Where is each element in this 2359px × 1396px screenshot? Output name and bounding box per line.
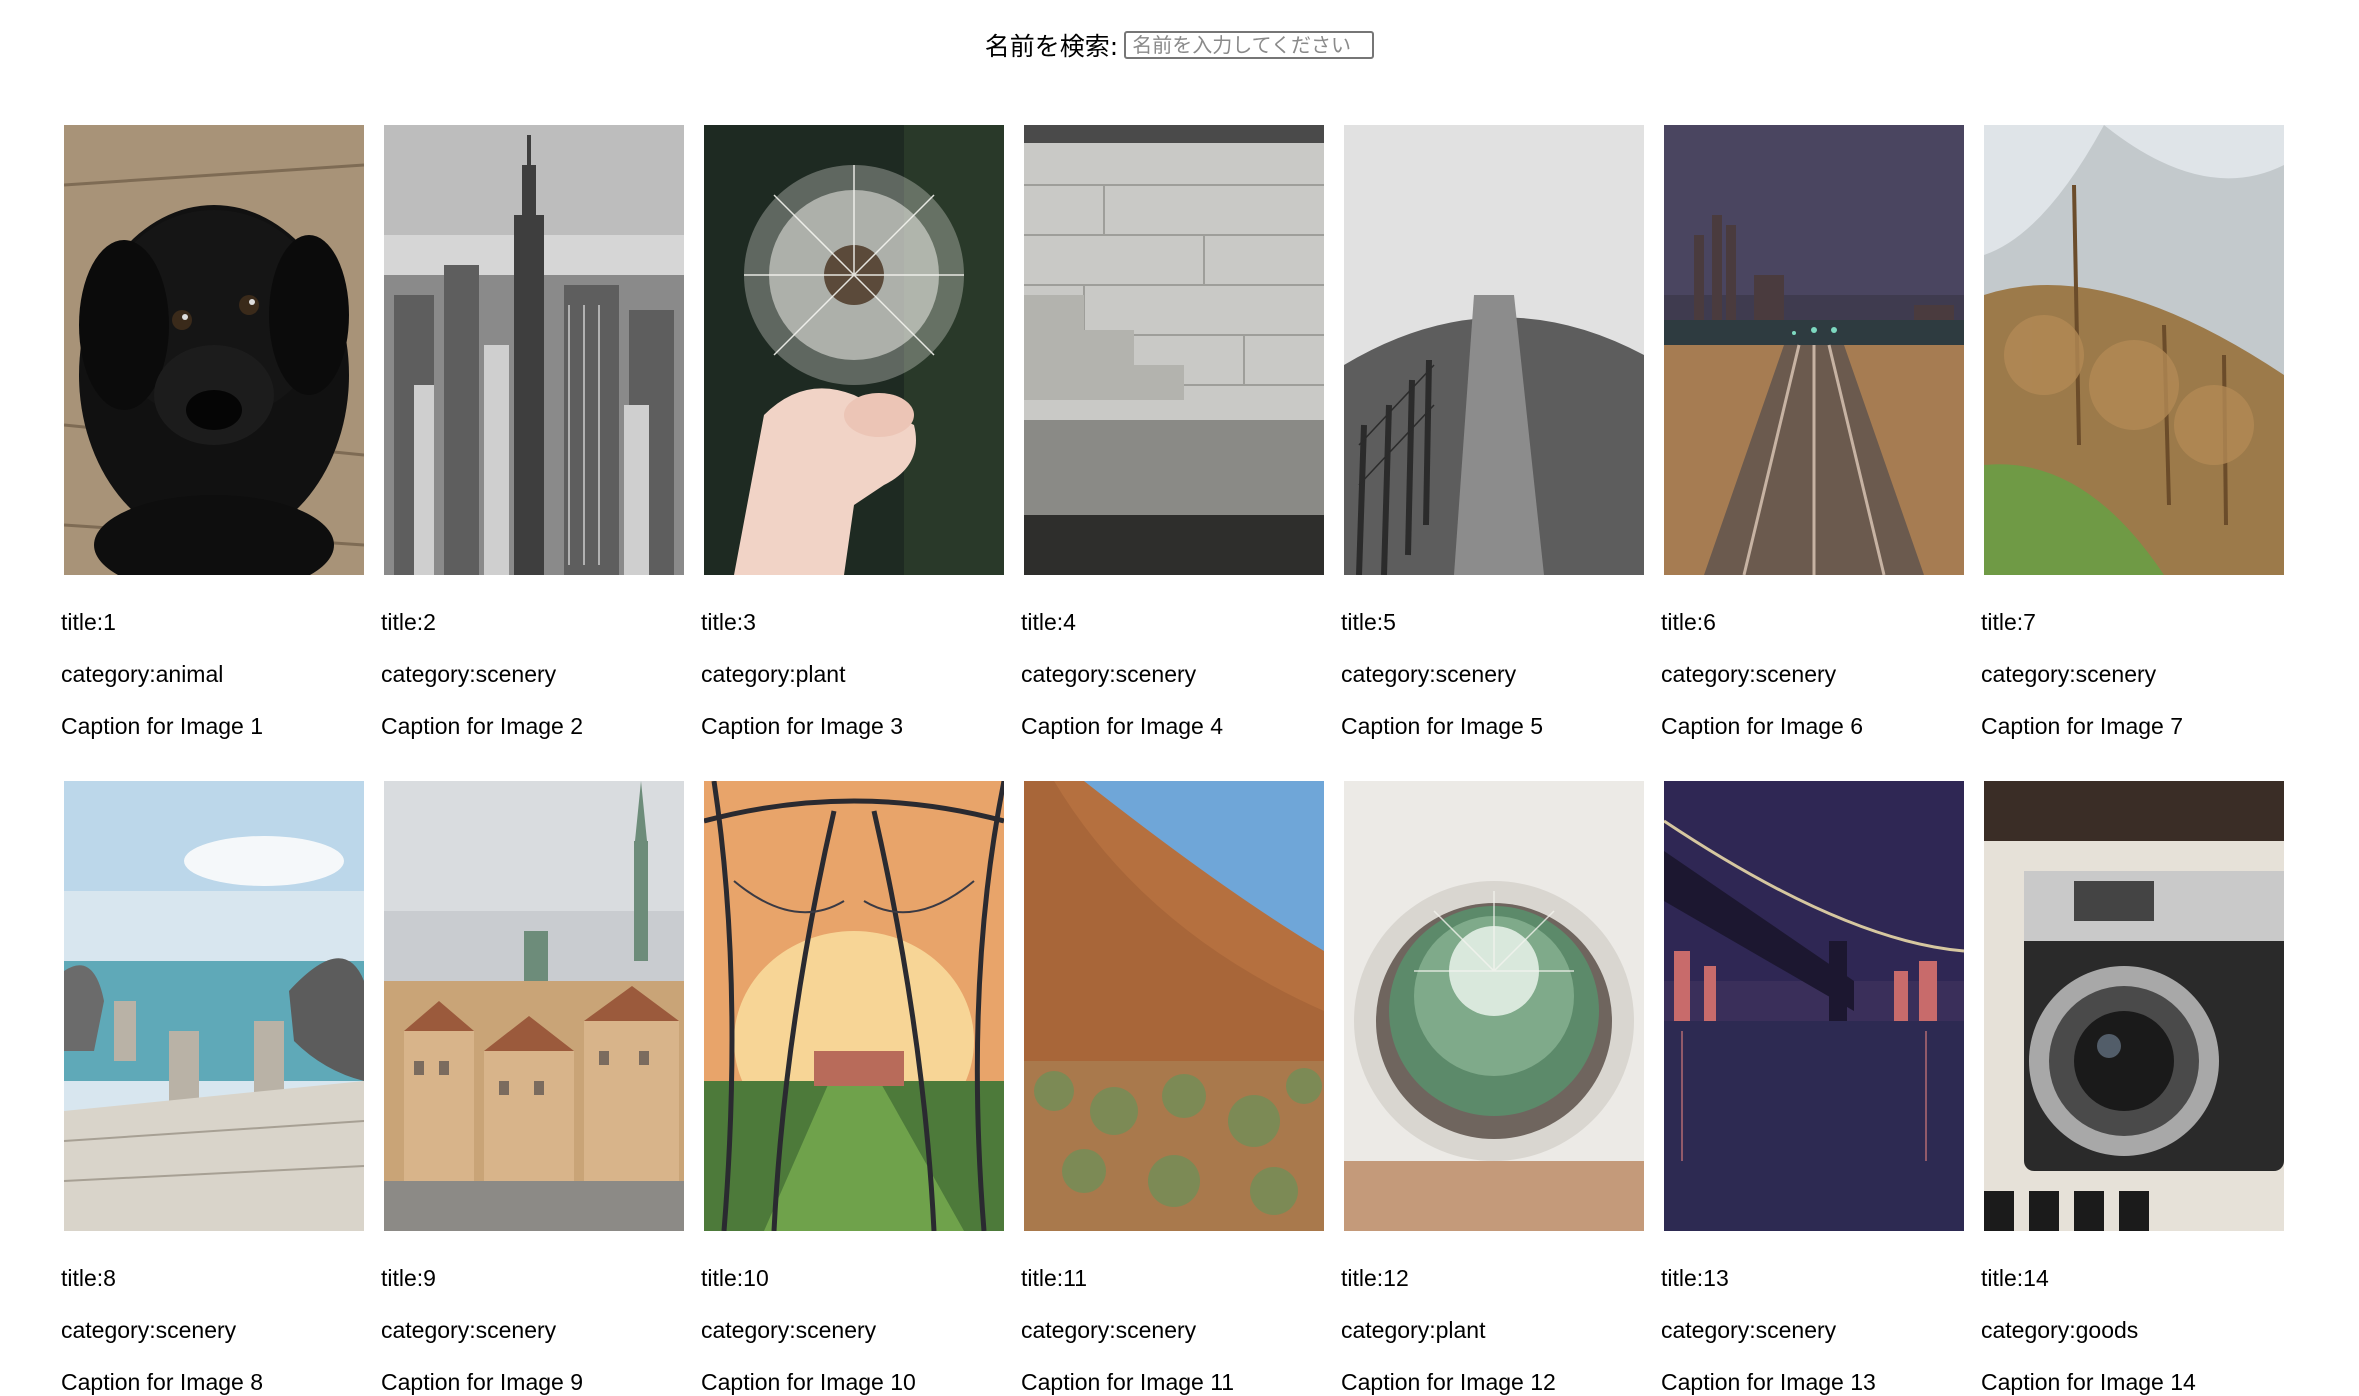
old-town-photo[interactable] — [384, 781, 684, 1231]
card-caption: Caption for Image 3 — [701, 713, 904, 739]
railway-photo[interactable] — [1664, 125, 1964, 575]
card-caption: Caption for Image 10 — [701, 1369, 916, 1395]
card-category: category:scenery — [1661, 661, 1837, 687]
card-category: category:plant — [1341, 1317, 1486, 1343]
card-title: title:13 — [1661, 1265, 1729, 1291]
card-title: title:4 — [1021, 609, 1076, 635]
card-title: title:9 — [381, 1265, 436, 1291]
card-category: category:scenery — [1021, 1317, 1197, 1343]
night-bridge-photo[interactable] — [1664, 781, 1964, 1231]
card-title: title:1 — [61, 609, 116, 635]
card-category: category:scenery — [381, 1317, 557, 1343]
card-caption: Caption for Image 11 — [1021, 1369, 1235, 1395]
card-caption: Caption for Image 12 — [1341, 1369, 1556, 1395]
city-skyline-photo[interactable] — [384, 125, 684, 575]
card-category: category:scenery — [1661, 1317, 1837, 1343]
hill-path-photo[interactable] — [1344, 125, 1644, 575]
card-title: title:5 — [1341, 609, 1396, 635]
search-input[interactable] — [1124, 31, 1375, 59]
card-title: title:6 — [1661, 609, 1716, 635]
card-caption: Caption for Image 1 — [61, 713, 264, 739]
search-bar: 名前を検索: — [0, 27, 2359, 63]
card-category: category:animal — [61, 661, 224, 687]
card-category: category:scenery — [1021, 661, 1197, 687]
card-category: category:scenery — [701, 1317, 877, 1343]
pier-pelican-photo[interactable] — [64, 781, 364, 1231]
search-label: 名前を検索: — [984, 32, 1119, 61]
card-caption: Caption for Image 9 — [381, 1369, 584, 1395]
card-caption: Caption for Image 4 — [1021, 713, 1224, 739]
card-category: category:scenery — [1981, 661, 2157, 687]
camera-photo[interactable] — [1984, 781, 2284, 1231]
card-category: category:goods — [1981, 1317, 2139, 1343]
card-title: title:8 — [61, 1265, 116, 1291]
card-title: title:3 — [701, 609, 756, 635]
card-title: title:11 — [1021, 1265, 1088, 1291]
card-caption: Caption for Image 8 — [61, 1369, 264, 1395]
forest-mountain-photo[interactable] — [1984, 125, 2284, 575]
card-title: title:2 — [381, 609, 436, 635]
card-title: title:10 — [701, 1265, 769, 1291]
card-title: title:7 — [1981, 609, 2036, 635]
card-caption: Caption for Image 5 — [1341, 713, 1544, 739]
card-caption: Caption for Image 2 — [381, 713, 584, 739]
card-title: title:12 — [1341, 1265, 1409, 1291]
card-caption: Caption for Image 14 — [1981, 1369, 2196, 1395]
card-category: category:plant — [701, 661, 846, 687]
card-category: category:scenery — [61, 1317, 237, 1343]
cactus-photo[interactable] — [1344, 781, 1644, 1231]
tree-tunnel-photo[interactable] — [704, 781, 1004, 1231]
card-caption: Caption for Image 7 — [1981, 713, 2184, 739]
dandelion-photo[interactable] — [704, 125, 1004, 575]
red-rock-photo[interactable] — [1024, 781, 1324, 1231]
puppy-photo[interactable] — [64, 125, 364, 575]
card-category: category:scenery — [381, 661, 557, 687]
card-title: title:14 — [1981, 1265, 2049, 1291]
card-caption: Caption for Image 13 — [1661, 1369, 1876, 1395]
card-caption: Caption for Image 6 — [1661, 713, 1864, 739]
card-category: category:scenery — [1341, 661, 1517, 687]
stone-wall-photo[interactable] — [1024, 125, 1324, 575]
